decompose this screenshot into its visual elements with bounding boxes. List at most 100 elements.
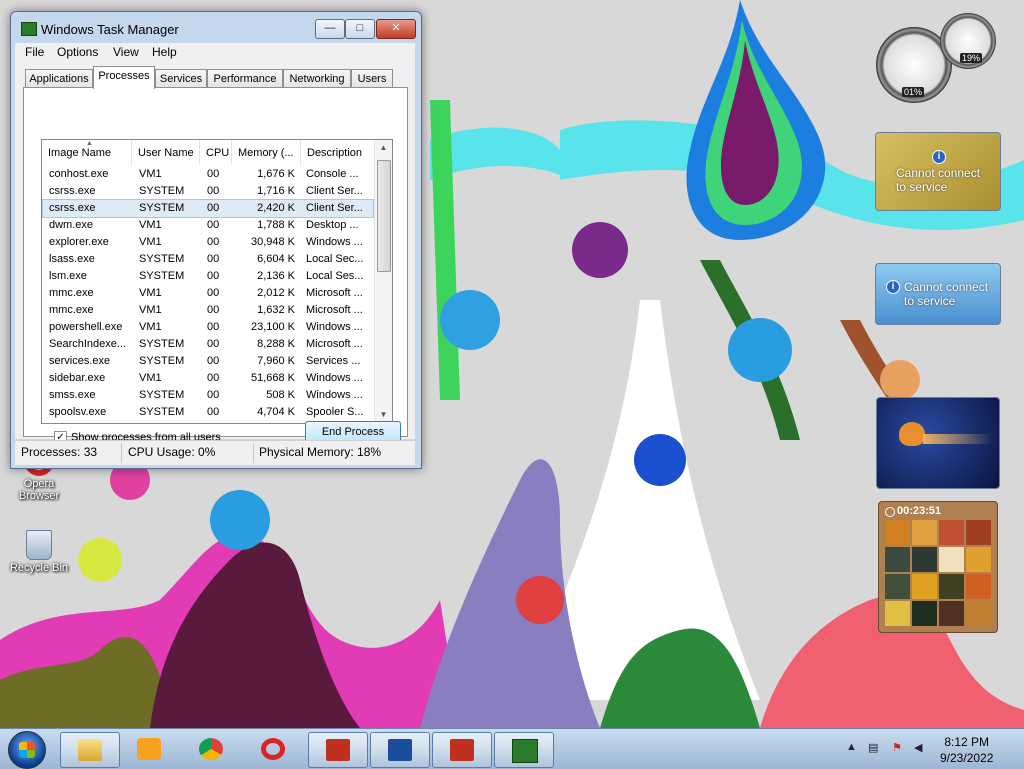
taskbar-powershell[interactable] xyxy=(370,732,430,768)
start-button[interactable] xyxy=(8,731,46,769)
window-body: Applications Processes Services Performa… xyxy=(15,62,415,444)
menu-help[interactable]: Help xyxy=(152,45,177,59)
taskbar-task-manager[interactable] xyxy=(494,732,554,768)
cell-cpu: 00 xyxy=(207,287,220,299)
column-header-memory[interactable]: Memory (... xyxy=(232,140,301,165)
jellyfish-image xyxy=(899,422,925,446)
tab-services[interactable]: Services xyxy=(155,69,207,88)
table-row[interactable]: csrss.exe SYSTEM 00 1,716 K Client Ser... xyxy=(43,183,373,200)
table-row[interactable]: spoolsv.exe SYSTEM 00 4,704 K Spooler S... xyxy=(43,404,373,421)
column-header-image-name[interactable]: ▲ Image Name xyxy=(42,140,132,165)
weather-message: Cannot connect to service xyxy=(904,280,989,308)
cell-description: Microsoft ... xyxy=(306,304,363,316)
taskbar-media-player[interactable] xyxy=(120,732,178,766)
chrome-icon xyxy=(199,738,223,760)
cell-cpu: 00 xyxy=(207,304,220,316)
cell-description: Local Sec... xyxy=(306,253,364,265)
cell-cpu: 00 xyxy=(207,270,220,282)
cell-image-name: powershell.exe xyxy=(49,321,123,333)
memory-percent: 19% xyxy=(960,53,983,63)
cell-cpu: 00 xyxy=(207,219,220,231)
maximize-button[interactable]: □ xyxy=(345,19,375,39)
menu-options[interactable]: Options xyxy=(57,45,98,59)
table-row[interactable]: sidebar.exe VM1 00 51,668 K Windows ... xyxy=(43,370,373,387)
column-header-user-name[interactable]: User Name xyxy=(132,140,200,165)
clock-icon xyxy=(885,507,895,517)
powershell-icon xyxy=(388,739,412,761)
opera-icon xyxy=(261,738,285,760)
tab-applications[interactable]: Applications xyxy=(25,69,93,88)
cell-user-name: SYSTEM xyxy=(139,338,185,350)
slideshow-gadget[interactable] xyxy=(876,397,1000,489)
clock[interactable]: 8:12 PM 9/23/2022 xyxy=(940,734,993,766)
tab-users[interactable]: Users xyxy=(351,69,393,88)
title-bar[interactable]: Windows Task Manager — □ ✕ xyxy=(11,12,421,42)
vertical-scrollbar[interactable]: ▲ ▼ xyxy=(374,140,392,423)
table-row[interactable]: mmc.exe VM1 00 1,632 K Microsoft ... xyxy=(43,302,373,319)
show-hidden-icons-icon[interactable]: ▲ xyxy=(846,741,858,755)
cell-cpu: 00 xyxy=(207,202,220,214)
tab-performance[interactable]: Performance xyxy=(207,69,283,88)
table-row[interactable]: lsm.exe SYSTEM 00 2,136 K Local Ses... xyxy=(43,268,373,285)
taskbar-explorer[interactable] xyxy=(60,732,120,768)
sort-up-icon: ▲ xyxy=(86,140,93,147)
cell-image-name: mmc.exe xyxy=(49,287,94,299)
table-row[interactable]: conhost.exe VM1 00 1,676 K Console ... xyxy=(43,166,373,183)
cell-user-name: VM1 xyxy=(139,287,162,299)
taskbar-toolbox[interactable] xyxy=(308,732,368,768)
process-list[interactable]: ▲ Image Name User Name CPU Memory (... D… xyxy=(41,139,393,424)
taskbar-chrome[interactable] xyxy=(182,732,240,766)
table-row[interactable]: mmc.exe VM1 00 2,012 K Microsoft ... xyxy=(43,285,373,302)
column-header-cpu[interactable]: CPU xyxy=(200,140,232,165)
cell-cpu: 00 xyxy=(207,236,220,248)
info-icon: i xyxy=(886,280,900,294)
currency-message: Cannot connect to service xyxy=(896,166,981,194)
cell-memory: 1,676 K xyxy=(257,168,295,180)
minimize-button[interactable]: — xyxy=(315,19,345,39)
cell-user-name: SYSTEM xyxy=(139,202,185,214)
tab-networking[interactable]: Networking xyxy=(283,69,351,88)
table-row[interactable]: SearchIndexe... SYSTEM 00 8,288 K Microsoft … xyxy=(43,336,373,353)
taskbar-opera[interactable] xyxy=(244,732,302,766)
close-button[interactable]: ✕ xyxy=(376,19,416,39)
cell-image-name: spoolsv.exe xyxy=(49,406,107,418)
cell-user-name: SYSTEM xyxy=(139,270,185,282)
puzzle-board[interactable] xyxy=(885,520,991,626)
weather-gadget[interactable]: i Cannot connect to service xyxy=(875,263,1001,325)
cell-user-name: VM1 xyxy=(139,304,162,316)
cell-description: Windows ... xyxy=(306,321,363,333)
cell-image-name: conhost.exe xyxy=(49,168,109,180)
task-manager-window[interactable]: Windows Task Manager — □ ✕ File Options … xyxy=(10,11,422,469)
tab-processes[interactable]: Processes xyxy=(93,66,155,89)
table-row[interactable]: services.exe SYSTEM 00 7,960 K Services ... xyxy=(43,353,373,370)
table-row[interactable]: lsass.exe SYSTEM 00 6,604 K Local Sec... xyxy=(43,251,373,268)
scroll-up-icon[interactable]: ▲ xyxy=(375,140,392,156)
network-icon[interactable]: ▤ xyxy=(868,741,880,755)
desktop-icon-recycle-bin[interactable]: Recycle Bin xyxy=(3,530,75,574)
cell-image-name: SearchIndexe... xyxy=(49,338,127,350)
currency-gadget[interactable]: i Cannot connect to service xyxy=(875,132,1001,211)
table-row[interactable]: csrss.exe SYSTEM 00 2,420 K Client Ser... xyxy=(42,199,374,218)
cell-image-name: sidebar.exe xyxy=(49,372,106,384)
action-center-icon[interactable]: ⚑ xyxy=(892,741,904,755)
cell-image-name: smss.exe xyxy=(49,389,96,401)
column-header-label: Image Name xyxy=(48,147,111,159)
table-row[interactable]: explorer.exe VM1 00 30,948 K Windows ... xyxy=(43,234,373,251)
picture-puzzle-gadget[interactable]: 00:23:51 xyxy=(878,501,998,633)
cell-description: Local Ses... xyxy=(306,270,364,282)
volume-icon[interactable]: ◀ xyxy=(914,741,926,755)
status-divider xyxy=(253,443,254,463)
table-row[interactable]: dwm.exe VM1 00 1,788 K Desktop ... xyxy=(43,217,373,234)
taskbar-toolbox-2[interactable] xyxy=(432,732,492,768)
status-cpu-usage: CPU Usage: 0% xyxy=(128,445,216,459)
cell-cpu: 00 xyxy=(207,253,220,265)
scroll-thumb[interactable] xyxy=(377,160,391,272)
menu-view[interactable]: View xyxy=(113,45,139,59)
cell-description: Console ... xyxy=(306,168,359,180)
table-row[interactable]: smss.exe SYSTEM 00 508 K Windows ... xyxy=(43,387,373,404)
cpu-meter-gadget[interactable]: 01% 19% xyxy=(874,13,1000,103)
column-header-description[interactable]: Description xyxy=(301,140,375,165)
table-row[interactable]: powershell.exe VM1 00 23,100 K Windows ... xyxy=(43,319,373,336)
window-title: Windows Task Manager xyxy=(41,22,179,37)
menu-file[interactable]: File xyxy=(25,45,44,59)
